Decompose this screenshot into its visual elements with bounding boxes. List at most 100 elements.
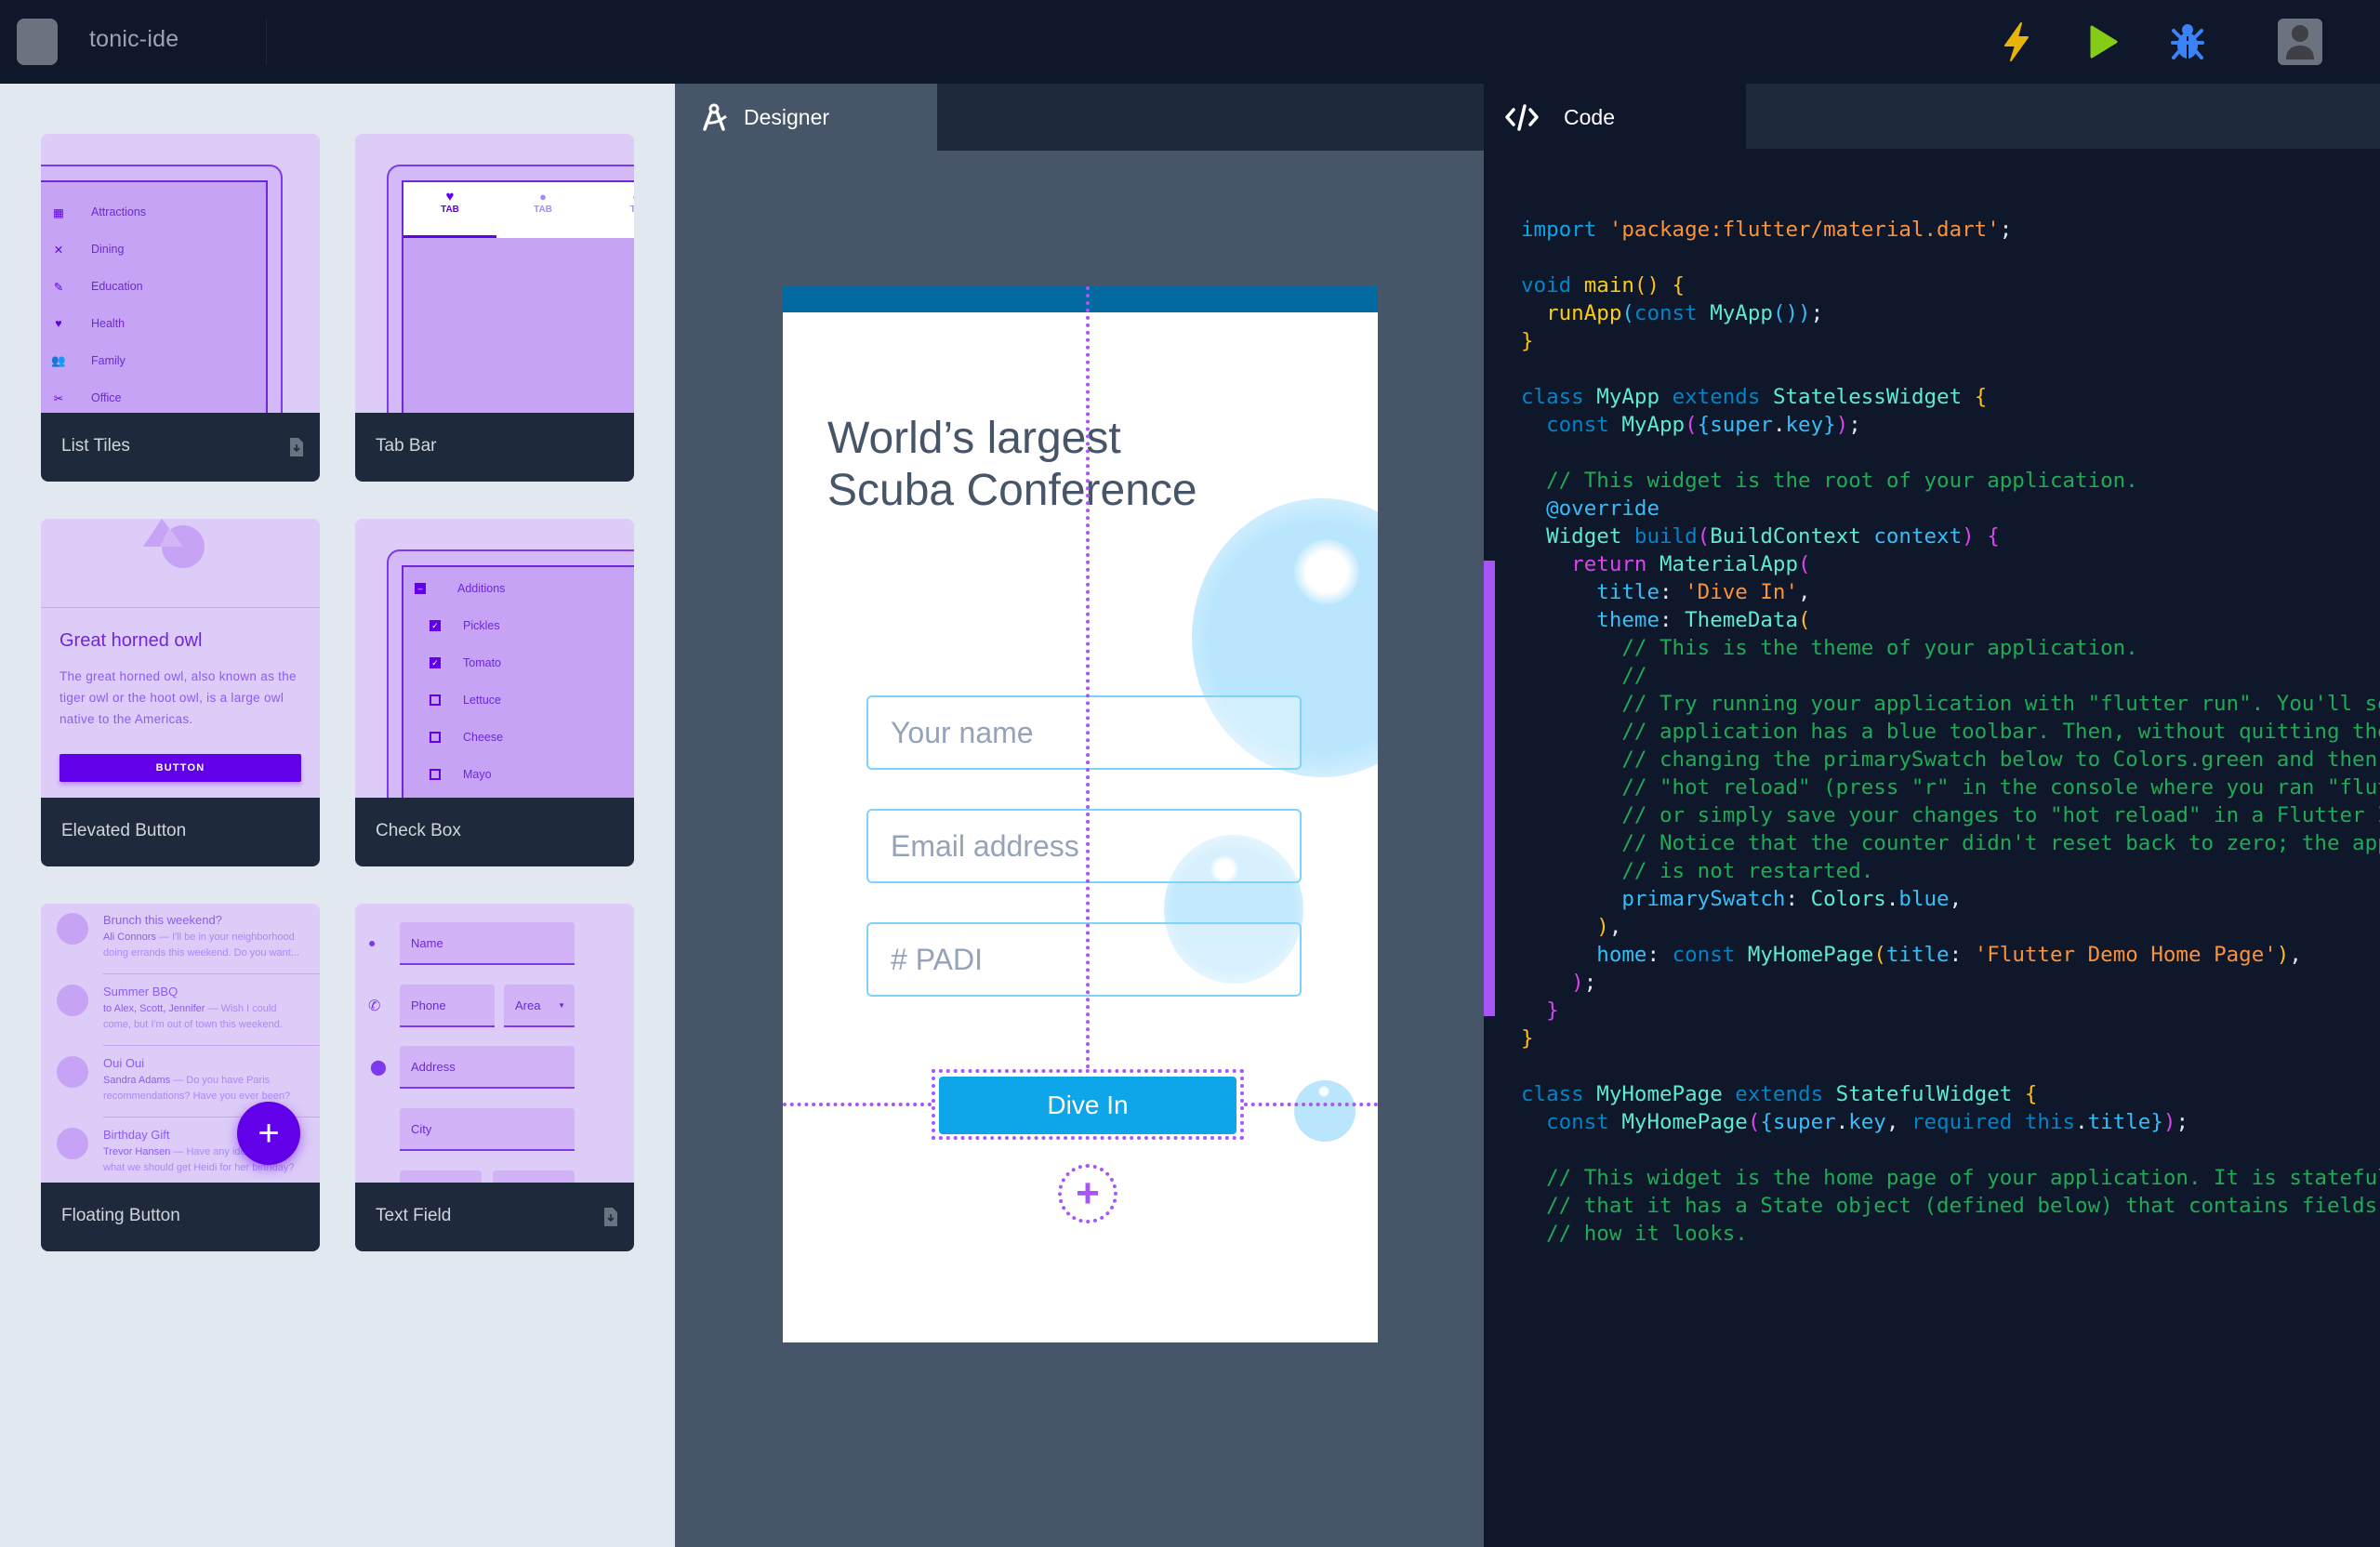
- tab-item: ● TAB: [524, 190, 562, 215]
- email-input[interactable]: Email address: [866, 809, 1302, 883]
- user-avatar-button[interactable]: [2278, 19, 2322, 65]
- padi-input[interactable]: # PADI: [866, 922, 1302, 997]
- code-tab-strip: [1746, 84, 2380, 149]
- code-line: ),: [1521, 915, 1622, 939]
- debug-button[interactable]: [2166, 20, 2209, 63]
- list-tiles-preview: ▦ Attractions ✕ Dining ✎ Education ♥ Health …: [41, 134, 320, 413]
- card-label: Floating Button: [61, 1206, 180, 1225]
- text-field-preview: ● Name ✆ Phone Area ▼ ⬤ Address City: [355, 904, 634, 1183]
- unchecked-checkbox-icon: [430, 769, 441, 780]
- checkbox-parent: – Additions: [415, 582, 505, 595]
- code-panel: Code import 'package:flutter/material.da…: [1484, 84, 2380, 1547]
- shapes-image-icon: [143, 519, 205, 568]
- card-label: List Tiles: [61, 436, 130, 456]
- code-line: import 'package:flutter/material.dart';: [1521, 218, 2013, 242]
- elevated-button-preview: Great horned owl The great horned owl, a…: [41, 519, 320, 798]
- tab-designer[interactable]: Designer: [675, 84, 937, 151]
- code-line: }: [1521, 1026, 1534, 1051]
- download-file-icon[interactable]: [290, 438, 303, 461]
- card-label: Elevated Button: [61, 821, 187, 840]
- dropdown-arrow-icon: ▼: [558, 1000, 565, 1010]
- phone-preview[interactable]: World’s largest Scuba Conference Your na…: [783, 286, 1378, 1342]
- code-line: class MyApp extends StatelessWidget {: [1521, 385, 1988, 409]
- code-icon: [1505, 104, 1539, 131]
- avatar: [57, 1128, 88, 1159]
- widget-card-text-field[interactable]: ● Name ✆ Phone Area ▼ ⬤ Address City Text…: [355, 904, 634, 1251]
- tab-item: ● TA: [617, 190, 634, 215]
- compass-drafting-icon: [703, 103, 727, 131]
- person-icon: ●: [368, 935, 377, 950]
- code-line: //: [1521, 664, 1647, 688]
- tab-code[interactable]: Code: [1484, 84, 1746, 151]
- list-tile: ✕ Dining: [50, 240, 125, 258]
- code-line: // This widget is the root of your appli…: [1521, 469, 2138, 493]
- checkbox-row: Lettuce: [430, 694, 501, 707]
- card-title: Great horned owl: [60, 630, 203, 651]
- checkbox-row: Mayo: [430, 768, 492, 781]
- card-footer: Tab Bar: [355, 413, 634, 482]
- heart-icon: ♥: [55, 317, 62, 330]
- fork-knife-icon: ✕: [53, 243, 64, 257]
- code-line: const MyApp({super.key});: [1546, 413, 1861, 437]
- card-footer: List Tiles: [41, 413, 320, 482]
- checked-checkbox-icon: ✓: [430, 620, 441, 631]
- bubble-decoration: [1294, 1080, 1355, 1142]
- hot-reload-button[interactable]: [1995, 20, 2038, 63]
- code-line: // or simply save your changes to "hot r…: [1521, 803, 2380, 827]
- list-tile: ✎ Education: [50, 277, 143, 296]
- sample-address-field: Address: [400, 1046, 575, 1089]
- alignment-guide-horizontal: [1244, 1103, 1378, 1106]
- pencil-icon: ✎: [53, 280, 64, 294]
- code-editor[interactable]: import 'package:flutter/material.dart'; …: [1521, 216, 2380, 1248]
- name-input[interactable]: Your name: [866, 695, 1302, 770]
- film-icon: ▦: [53, 205, 64, 219]
- dive-in-button[interactable]: Dive In: [939, 1077, 1236, 1134]
- changed-lines-marker: [1484, 561, 1495, 1016]
- card-body: The great horned owl, also known as the …: [60, 669, 297, 726]
- tab-code-label: Code: [1564, 104, 1615, 129]
- heart-icon: ♥: [445, 189, 455, 205]
- app-logo: [17, 19, 58, 65]
- widget-palette: ▦ Attractions ✕ Dining ✎ Education ♥ Health …: [0, 84, 675, 1547]
- check-box-preview: – Additions ✓ Pickles ✓ Tomato Lettuce Chee…: [355, 519, 634, 798]
- bug-icon: [2171, 24, 2204, 60]
- card-label: Check Box: [376, 821, 461, 840]
- card-footer: Elevated Button: [41, 798, 320, 866]
- tab-item: ♥ TAB: [431, 189, 469, 216]
- avatar: [57, 913, 88, 945]
- code-line: title: 'Dive In',: [1521, 580, 1811, 604]
- tab-bar: ♥ TAB ● TAB ● TA: [403, 182, 634, 238]
- code-line: // This widget is the home page of your …: [1546, 1166, 2380, 1190]
- code-line: }: [1521, 329, 1534, 353]
- code-line: return MaterialApp(: [1521, 552, 1811, 576]
- code-line: runApp(const MyApp());: [1546, 301, 1824, 325]
- widget-card-tab-bar[interactable]: ♥ TAB ● TAB ● TA Tab Bar: [355, 134, 634, 482]
- widget-card-elevated-button[interactable]: Great horned owl The great horned owl, a…: [41, 519, 320, 866]
- people-icon: 👥: [51, 353, 66, 367]
- sample-city-field: City: [400, 1108, 575, 1151]
- widget-card-floating-button[interactable]: Brunch this weekend? Ali Connors — I'll …: [41, 904, 320, 1251]
- code-line: // that it has a State object (defined b…: [1546, 1194, 2378, 1218]
- designer-panel: Designer World’s largest Scuba Conferenc…: [675, 84, 1484, 1547]
- add-widget-button[interactable]: +: [1058, 1164, 1117, 1223]
- code-line: // how it looks.: [1521, 1222, 1748, 1246]
- widget-card-check-box[interactable]: – Additions ✓ Pickles ✓ Tomato Lettuce Chee…: [355, 519, 634, 866]
- widget-card-list-tiles[interactable]: ▦ Attractions ✕ Dining ✎ Education ♥ Health …: [41, 134, 320, 482]
- code-line: const MyHomePage({super.key, required th…: [1546, 1110, 2188, 1134]
- sample-fab: +: [237, 1102, 300, 1165]
- play-icon: [2090, 25, 2118, 59]
- code-line: class MyHomePage extends StatefulWidget …: [1521, 1082, 2038, 1106]
- tab-designer-label: Designer: [744, 104, 830, 129]
- download-file-icon[interactable]: [604, 1208, 617, 1231]
- message-item: Brunch this weekend? Ali Connors — I'll …: [41, 904, 320, 974]
- checkbox-row: ✓ Tomato: [430, 656, 501, 669]
- run-button[interactable]: [2082, 20, 2125, 63]
- sample-elevated-button: BUTTON: [60, 754, 301, 782]
- app-title: tonic-ide: [89, 26, 179, 52]
- checkbox-row: ✓ Pickles: [430, 619, 500, 632]
- location-pin-icon: ⬤: [370, 1060, 387, 1076]
- divider: [266, 19, 267, 65]
